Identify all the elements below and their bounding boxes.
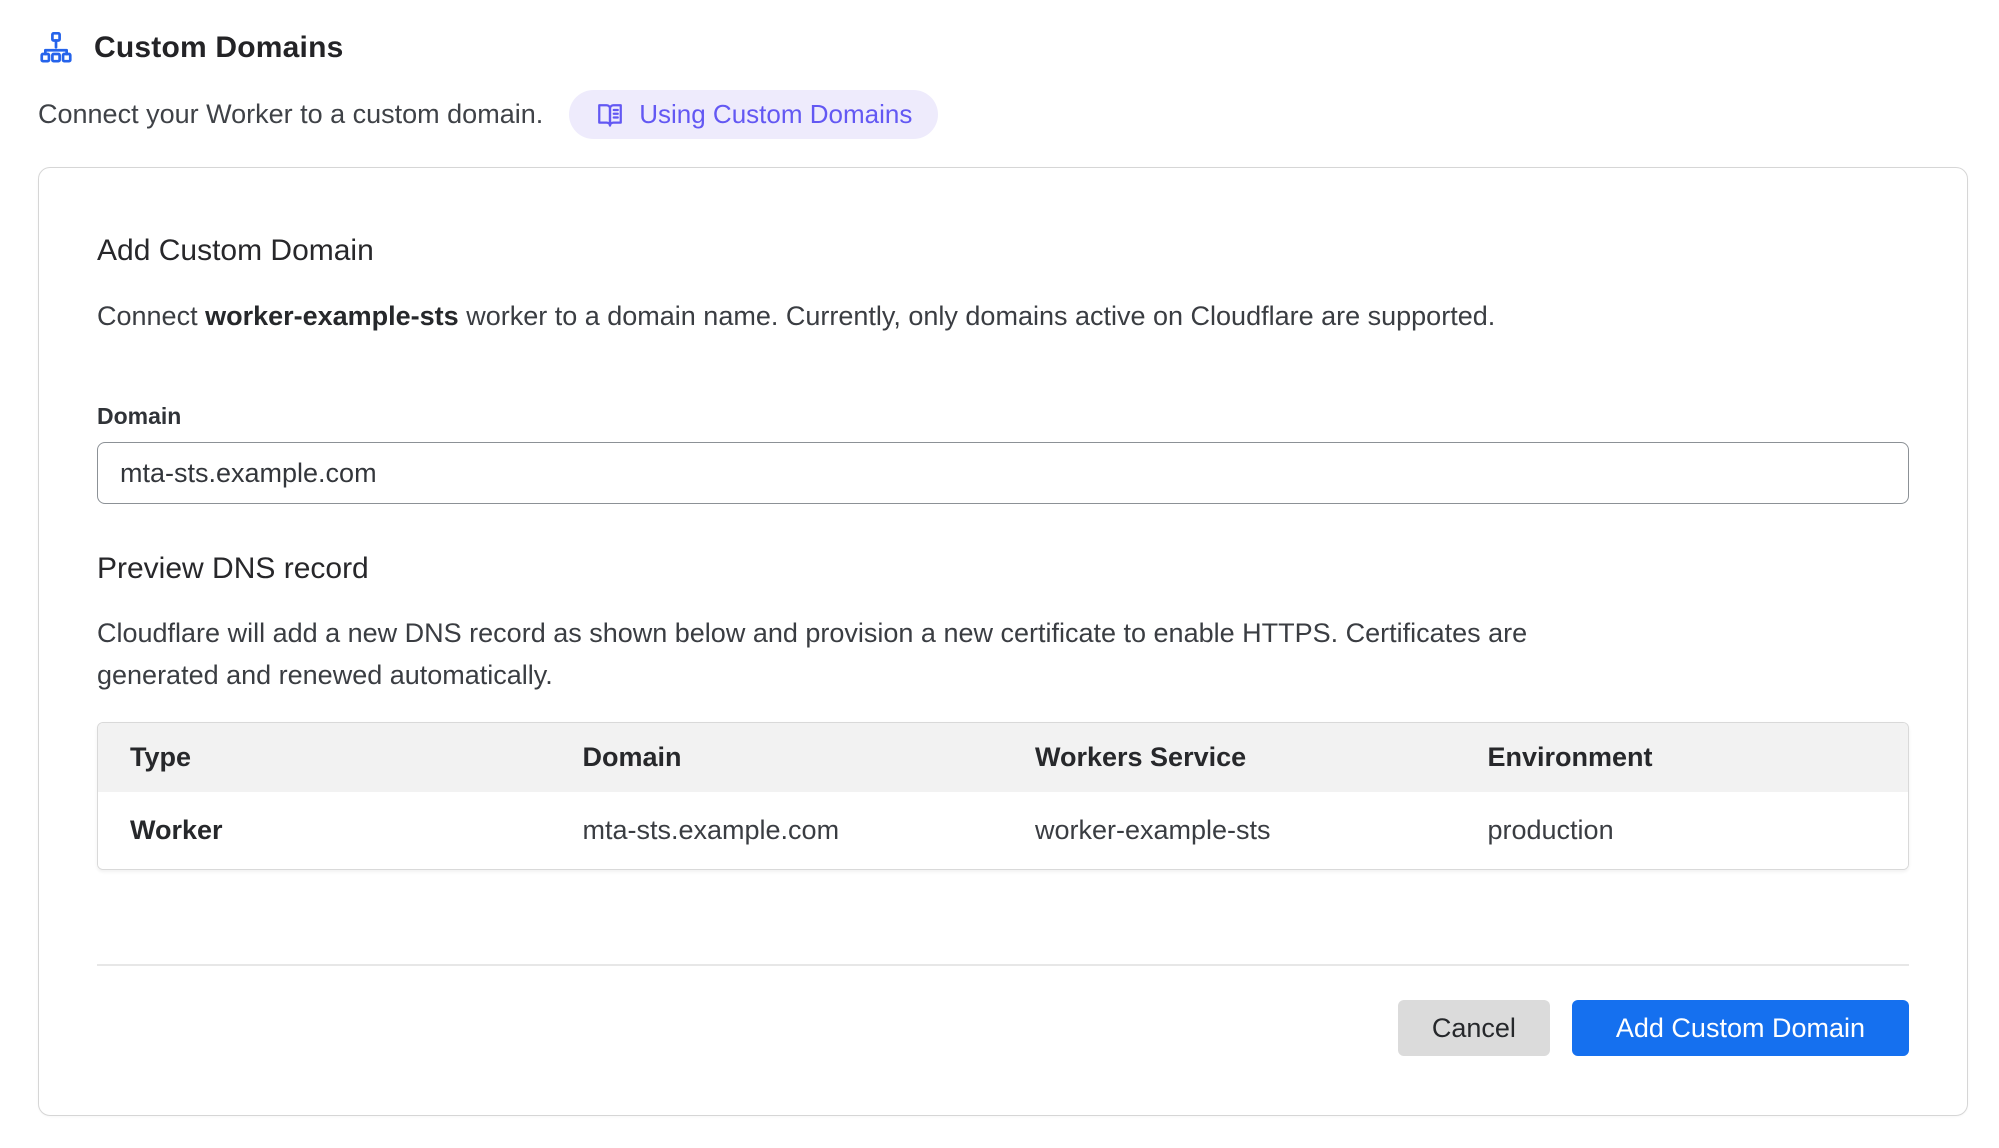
card-actions: Cancel Add Custom Domain: [97, 1000, 1909, 1056]
cell-environment: production: [1456, 792, 1909, 869]
subtitle-row: Connect your Worker to a custom domain. …: [38, 90, 1968, 139]
cell-domain: mta-sts.example.com: [551, 792, 1004, 869]
column-header-workers-service: Workers Service: [1003, 723, 1456, 792]
worker-name: worker-example-sts: [205, 301, 459, 331]
cell-type: Worker: [98, 792, 551, 869]
worker-description: Connect worker-example-sts worker to a d…: [97, 298, 1909, 334]
docs-link-badge[interactable]: Using Custom Domains: [569, 90, 938, 139]
cancel-button[interactable]: Cancel: [1398, 1000, 1550, 1056]
sitemap-icon: [38, 30, 74, 66]
actions-divider: [97, 964, 1909, 966]
preview-description-line: generated and renewed automatically.: [97, 654, 1909, 696]
column-header-type: Type: [98, 723, 551, 792]
domain-input[interactable]: [97, 442, 1909, 504]
add-custom-domain-card: Add Custom Domain Connect worker-example…: [38, 167, 1968, 1116]
table-header-row: Type Domain Workers Service Environment: [98, 723, 1908, 792]
description-suffix: worker to a domain name. Currently, only…: [459, 301, 1496, 331]
preview-description-line: Cloudflare will add a new DNS record as …: [97, 612, 1909, 654]
domain-label: Domain: [97, 402, 1909, 430]
page: Custom Domains Connect your Worker to a …: [0, 0, 1999, 1116]
docs-link-label: Using Custom Domains: [639, 99, 912, 130]
page-subtitle: Connect your Worker to a custom domain.: [38, 99, 543, 130]
dns-preview-table: Type Domain Workers Service Environment …: [97, 722, 1909, 870]
table-row: Worker mta-sts.example.com worker-exampl…: [98, 792, 1908, 869]
card-heading: Add Custom Domain: [97, 232, 1909, 270]
page-title: Custom Domains: [94, 31, 344, 65]
preview-dns-heading: Preview DNS record: [97, 550, 1909, 588]
column-header-environment: Environment: [1456, 723, 1909, 792]
preview-dns-description: Cloudflare will add a new DNS record as …: [97, 612, 1909, 696]
column-header-domain: Domain: [551, 723, 1004, 792]
book-icon: [595, 100, 625, 130]
page-header: Custom Domains: [38, 26, 1968, 70]
add-custom-domain-button[interactable]: Add Custom Domain: [1572, 1000, 1909, 1056]
cell-workers-service: worker-example-sts: [1003, 792, 1456, 869]
description-prefix: Connect: [97, 301, 205, 331]
